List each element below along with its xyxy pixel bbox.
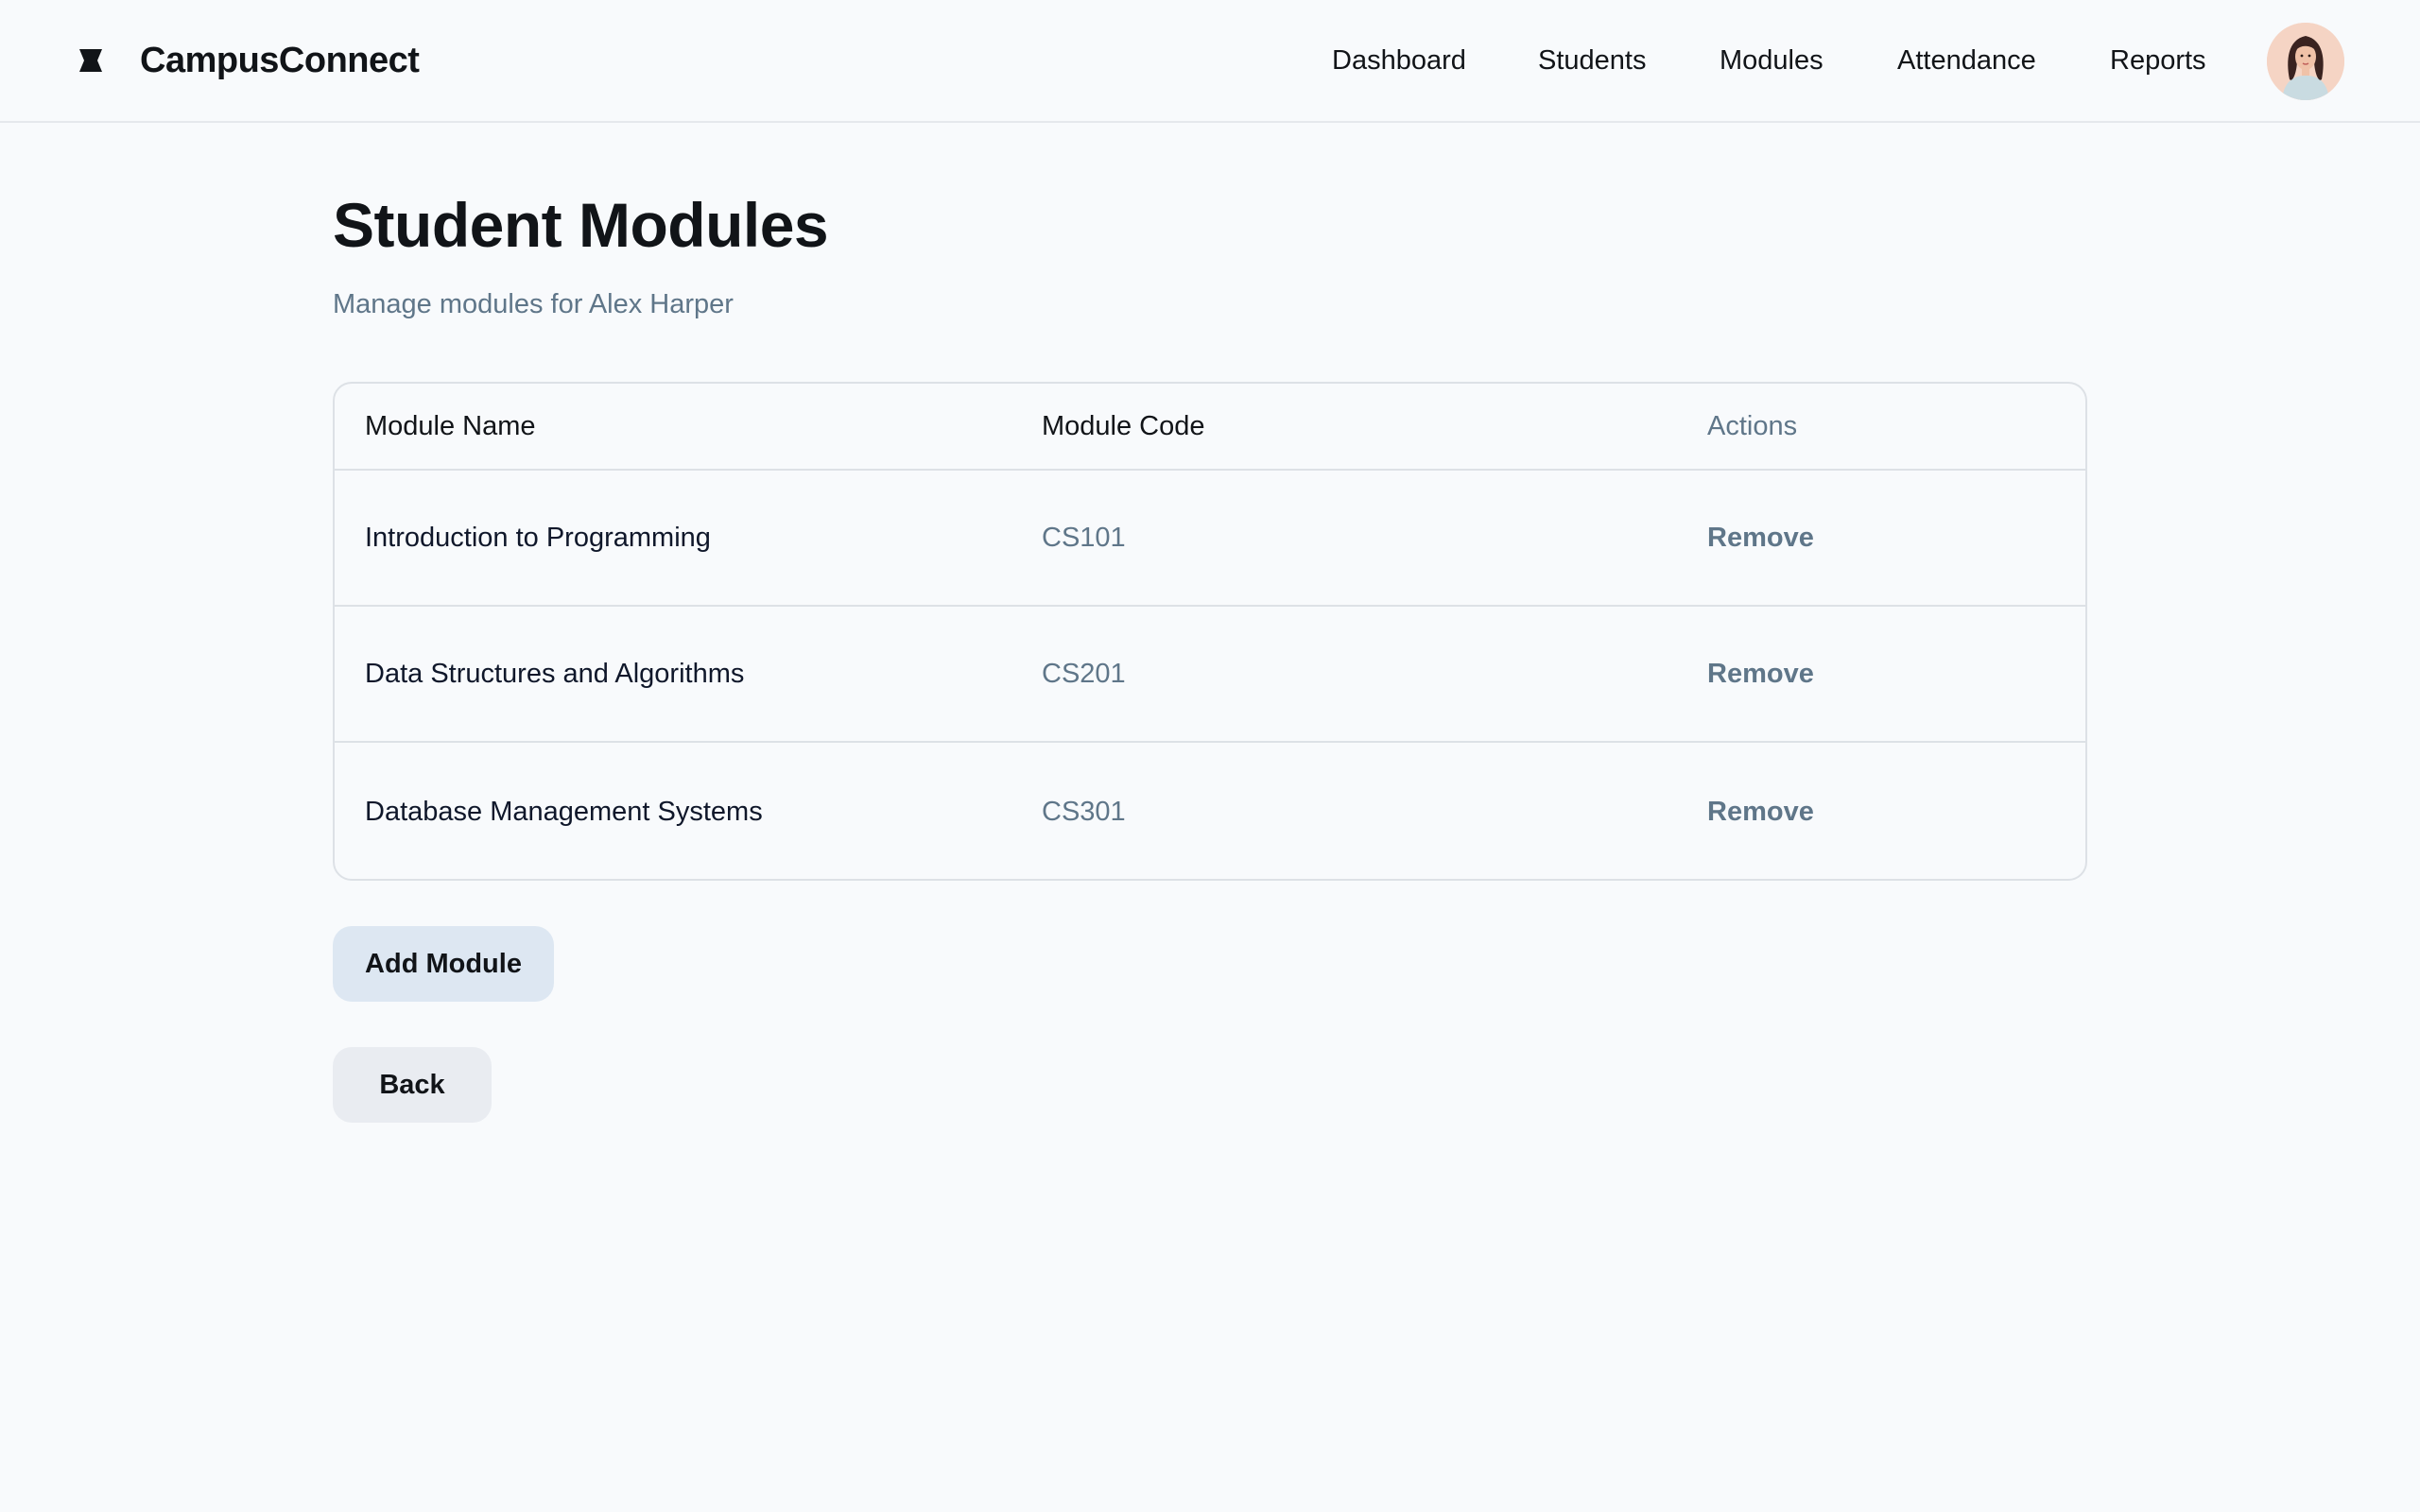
remove-module-button[interactable]: Remove xyxy=(1707,607,1814,741)
table-row: Introduction to Programming CS101 Remove xyxy=(335,471,2085,607)
user-avatar[interactable] xyxy=(2267,23,2344,100)
page-subtitle: Manage modules for Alex Harper xyxy=(333,289,734,319)
top-navigation-bar: CampusConnect Dashboard Students Modules… xyxy=(0,0,2420,123)
column-header-module-code: Module Code xyxy=(1042,410,1205,441)
back-button[interactable]: Back xyxy=(333,1047,492,1123)
table-header-row: Module Name Module Code Actions xyxy=(335,384,2085,471)
remove-module-button[interactable]: Remove xyxy=(1707,743,1814,879)
page-title: Student Modules xyxy=(333,190,829,260)
table-row: Data Structures and Algorithms CS201 Rem… xyxy=(335,607,2085,743)
avatar-portrait-icon xyxy=(2267,23,2344,100)
column-header-module-name: Module Name xyxy=(365,410,536,441)
module-code: CS301 xyxy=(1042,796,1126,827)
column-header-actions: Actions xyxy=(1707,410,1798,441)
nav-modules[interactable]: Modules xyxy=(1720,45,1824,77)
module-code: CS101 xyxy=(1042,522,1126,553)
module-name: Introduction to Programming xyxy=(365,522,711,553)
module-name: Database Management Systems xyxy=(365,796,763,827)
campus-logo-icon xyxy=(79,49,102,72)
add-module-button[interactable]: Add Module xyxy=(333,926,554,1002)
table-row: Database Management Systems CS301 Remove xyxy=(335,743,2085,879)
modules-table: Module Name Module Code Actions Introduc… xyxy=(333,382,2087,881)
nav-students[interactable]: Students xyxy=(1538,45,1646,77)
module-name: Data Structures and Algorithms xyxy=(365,658,745,689)
brand[interactable]: CampusConnect xyxy=(76,34,420,87)
brand-name: CampusConnect xyxy=(140,40,420,80)
nav-reports[interactable]: Reports xyxy=(2110,45,2206,77)
remove-module-button[interactable]: Remove xyxy=(1707,471,1814,605)
module-code: CS201 xyxy=(1042,658,1126,689)
nav-attendance[interactable]: Attendance xyxy=(1897,45,2036,77)
nav-dashboard[interactable]: Dashboard xyxy=(1332,45,1466,77)
